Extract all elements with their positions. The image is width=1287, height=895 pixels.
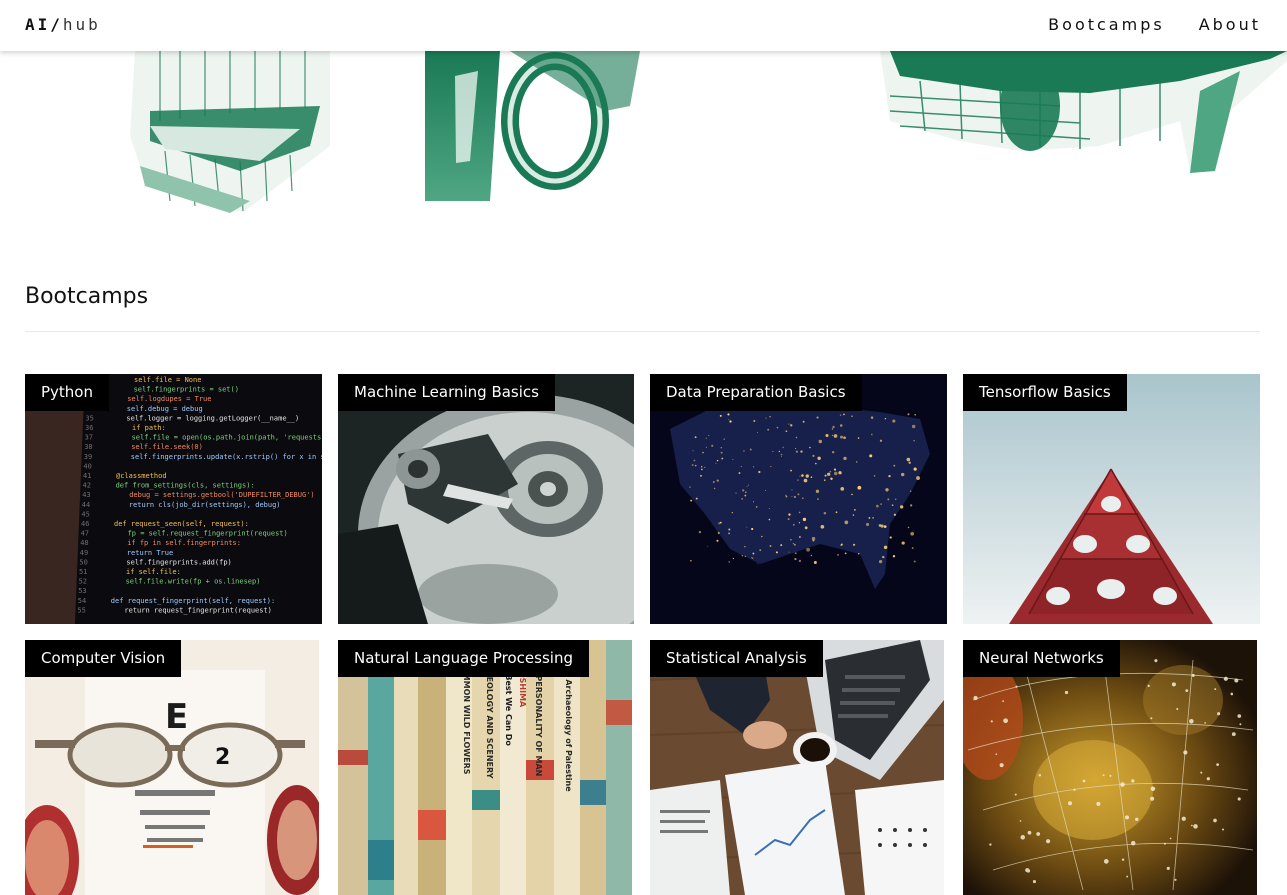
svg-text:35: 35 [85, 414, 93, 422]
top-nav: AI/hub Bootcamps About [0, 0, 1287, 51]
svg-text:46: 46 [81, 520, 89, 528]
svg-text:self.logger = logging.getLogge: self.logger = logging.getLogger(__name__… [126, 414, 299, 422]
svg-text:53: 53 [78, 587, 86, 595]
svg-text:self.file.write(fp + os.linese: self.file.write(fp + os.linesep) [126, 578, 261, 586]
card-label-computer-vision: Computer Vision [25, 640, 182, 677]
svg-text:51: 51 [79, 568, 87, 576]
svg-text:38: 38 [84, 443, 92, 451]
card-natural-language-processing[interactable]: COMMON WILD FLOWERS GEOLOGY AND SCENERY … [338, 640, 632, 895]
card-label-tensorflow-basics: Tensorflow Basics [963, 374, 1127, 411]
card-computer-vision[interactable]: E 2 Computer Vision [25, 640, 319, 895]
eye-chart-digit: 2 [215, 745, 230, 770]
svg-text:self.fingerprints.add(fp): self.fingerprints.add(fp) [126, 558, 231, 566]
card-label-data-preparation-basics: Data Preparation Basics [650, 374, 862, 411]
card-tensorflow-basics[interactable]: Tensorflow Basics [963, 374, 1260, 624]
nav-links: Bootcamps About [1048, 15, 1261, 34]
svg-text:@classmethod: @classmethod [116, 472, 167, 480]
card-label-natural-language-processing: Natural Language Processing [338, 640, 589, 677]
python-code-image: 31self.file = None32self.fingerprints = … [25, 374, 322, 624]
svg-text:self.fingerprints.update(x.rst: self.fingerprints.update(x.rstrip() for … [131, 453, 322, 461]
svg-text:39: 39 [84, 453, 92, 461]
card-label-machine-learning-basics: Machine Learning Basics [338, 374, 555, 411]
svg-text:self.debug = debug: self.debug = debug [127, 405, 203, 413]
card-machine-learning-basics[interactable]: Machine Learning Basics [338, 374, 634, 624]
book-spines-image: COMMON WILD FLOWERS GEOLOGY AND SCENERY … [338, 640, 632, 895]
book-title-1: COMMON WILD FLOWERS [462, 660, 471, 775]
book-title-6: The Archaeology of Palestine [564, 660, 573, 792]
eye-chart-letter-e: E [165, 697, 188, 737]
red-pyramid-image [963, 374, 1260, 624]
svg-text:43: 43 [82, 491, 90, 499]
svg-text:42: 42 [83, 482, 91, 490]
site-logo[interactable]: AI/hub [25, 15, 101, 34]
card-data-preparation-basics[interactable]: Data Preparation Basics [650, 374, 947, 624]
card-python[interactable]: 31self.file = None32self.fingerprints = … [25, 374, 322, 624]
svg-text:45: 45 [81, 510, 89, 518]
svg-text:50: 50 [79, 558, 87, 566]
card-label-statistical-analysis: Statistical Analysis [650, 640, 823, 677]
nav-link-bootcamps[interactable]: Bootcamps [1048, 15, 1165, 34]
svg-text:return True: return True [127, 549, 173, 557]
logo-bold-text: AI/ [25, 15, 63, 34]
card-label-python: Python [25, 374, 109, 411]
nav-link-about[interactable]: About [1199, 15, 1261, 34]
svg-text:self.logdupes = True: self.logdupes = True [127, 395, 211, 403]
section-title: Bootcamps [25, 284, 149, 309]
svg-text:self.file = open(os.path.join(: self.file = open(os.path.join(path, 'req… [132, 434, 322, 442]
book-title-2: GEOLOGY AND SCENERY [485, 670, 494, 779]
svg-text:self.fingerprints = set(): self.fingerprints = set() [134, 386, 239, 394]
svg-text:48: 48 [80, 539, 88, 547]
svg-text:41: 41 [83, 472, 91, 480]
svg-text:def request_fingerprint(self,: def request_fingerprint(self, request): [111, 597, 275, 605]
svg-text:debug = settings.getbool('DUPE: debug = settings.getbool('DUPEFILTER_DEB… [129, 491, 314, 499]
svg-text:if fp in self.fingerprints:: if fp in self.fingerprints: [127, 539, 241, 547]
svg-text:def from_settings(cls, setting: def from_settings(cls, settings): [116, 482, 255, 490]
hard-drive-image [338, 374, 634, 624]
logo-light-text: hub [62, 15, 101, 34]
hero-architecture-illustration [130, 51, 1287, 213]
svg-text:return request_fingerprint(req: return request_fingerprint(request) [124, 606, 272, 614]
svg-text:if self.file:: if self.file: [126, 568, 181, 576]
card-statistical-analysis[interactable]: Statistical Analysis [650, 640, 944, 895]
eyeglasses-eye-chart-image: E 2 [25, 640, 319, 895]
desk-laptop-charts-image [650, 640, 944, 895]
svg-text:def request_seen(self, request: def request_seen(self, request): [114, 520, 249, 528]
svg-text:self.file.seek(0): self.file.seek(0) [131, 443, 203, 451]
us-night-lights-image [650, 374, 947, 624]
svg-text:37: 37 [85, 434, 93, 442]
svg-text:55: 55 [77, 606, 85, 614]
svg-text:return cls(job_dir(settings),: return cls(job_dir(settings), debug) [129, 501, 281, 509]
svg-text:54: 54 [78, 597, 86, 605]
svg-text:52: 52 [79, 578, 87, 586]
svg-text:49: 49 [80, 549, 88, 557]
svg-text:self.file = None: self.file = None [134, 376, 201, 384]
spider-web-image [963, 640, 1257, 895]
card-label-neural-networks: Neural Networks [963, 640, 1120, 677]
svg-text:if path:: if path: [132, 424, 166, 432]
card-neural-networks[interactable]: Neural Networks [963, 640, 1257, 895]
svg-text:44: 44 [82, 501, 90, 509]
svg-text:40: 40 [83, 462, 91, 470]
svg-text:36: 36 [85, 424, 93, 432]
section-divider [25, 331, 1260, 332]
svg-text:fp = self.request_fingerprint(: fp = self.request_fingerprint(request) [128, 530, 288, 538]
svg-text:47: 47 [81, 530, 89, 538]
hero-image [0, 51, 1287, 221]
